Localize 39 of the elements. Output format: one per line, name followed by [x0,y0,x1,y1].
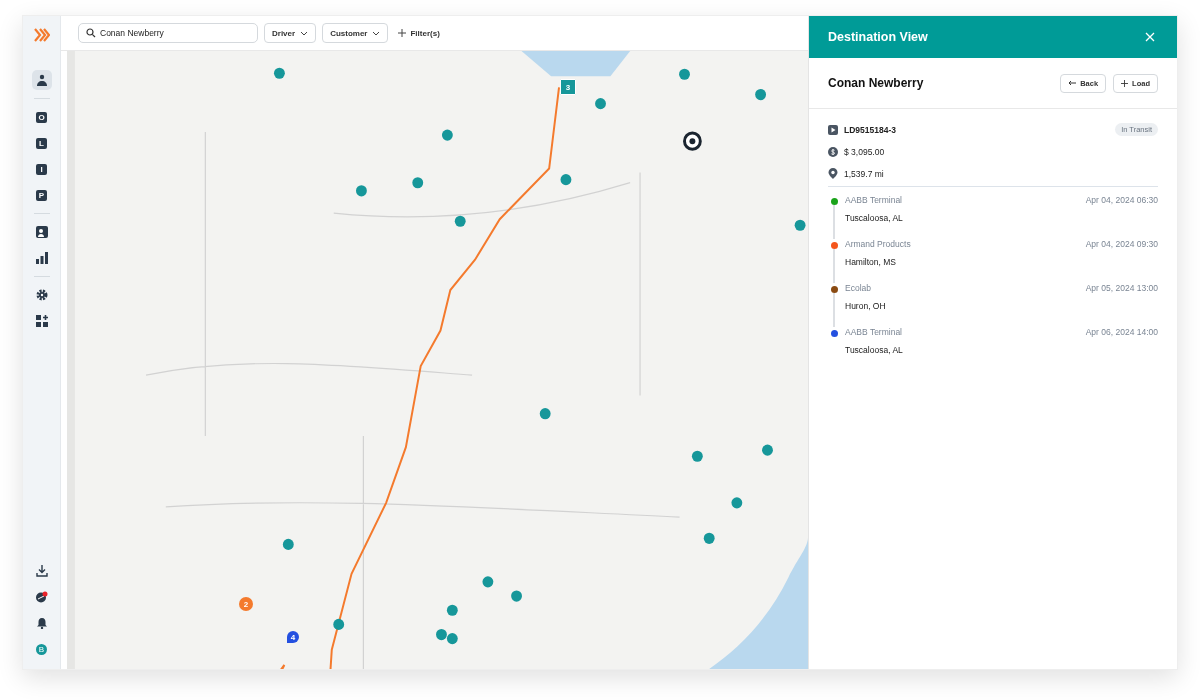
stop-time: Apr 05, 2024 13:00 [1085,283,1158,293]
filter-dropdown[interactable]: Customer [322,23,389,43]
play-icon [828,124,838,135]
stop-time: Apr 04, 2024 09:30 [1085,239,1158,249]
user-avatar[interactable]: B [36,644,47,655]
logo-icon [33,28,50,42]
nav-item[interactable]: O [31,107,52,127]
stop-city: Tuscaloosa, AL [845,213,904,223]
filter-dropdown[interactable]: Driver [264,23,317,43]
add-filter-button[interactable]: Filter(s) [394,28,444,38]
panel-title: Destination View [828,30,928,44]
person-icon[interactable] [31,70,52,90]
close-icon[interactable] [1145,32,1155,42]
load-id: LD9515184-3 [844,124,896,135]
stop-name: AABB Terminal [845,195,902,205]
search-field[interactable]: Conan Newberry [78,23,258,43]
stop-time: Apr 04, 2024 06:30 [1085,195,1158,205]
chevron-down-icon [300,30,309,36]
driver-name: Conan Newberry [828,76,924,90]
nav-item[interactable]: I [31,159,52,179]
stop-name: Armand Products [845,239,911,249]
stop-time: Apr 06, 2024 14:00 [1085,327,1158,337]
plus-icon [398,29,407,37]
chevron-down-icon [372,30,381,36]
map-marker[interactable]: 3 [560,79,576,95]
stop-name: AABB Terminal [845,327,902,337]
nav-item[interactable]: P [31,185,52,205]
nav-item[interactable]: L [31,133,52,153]
plus-icon [1121,79,1129,87]
search-icon [86,28,96,38]
dollar-icon [828,146,838,157]
stop-city: Tuscaloosa, AL [845,345,904,355]
load-amount: $ 3,095.00 [844,146,885,157]
stop-city: Hamilton, MS [845,257,897,267]
load-distance: 1,539.7 mi [844,168,884,179]
arrow-left-icon [1068,80,1077,86]
location-pin-icon [828,168,838,179]
stop-city: Huron, OH [845,301,887,311]
stop-name: Ecolab [845,283,871,293]
